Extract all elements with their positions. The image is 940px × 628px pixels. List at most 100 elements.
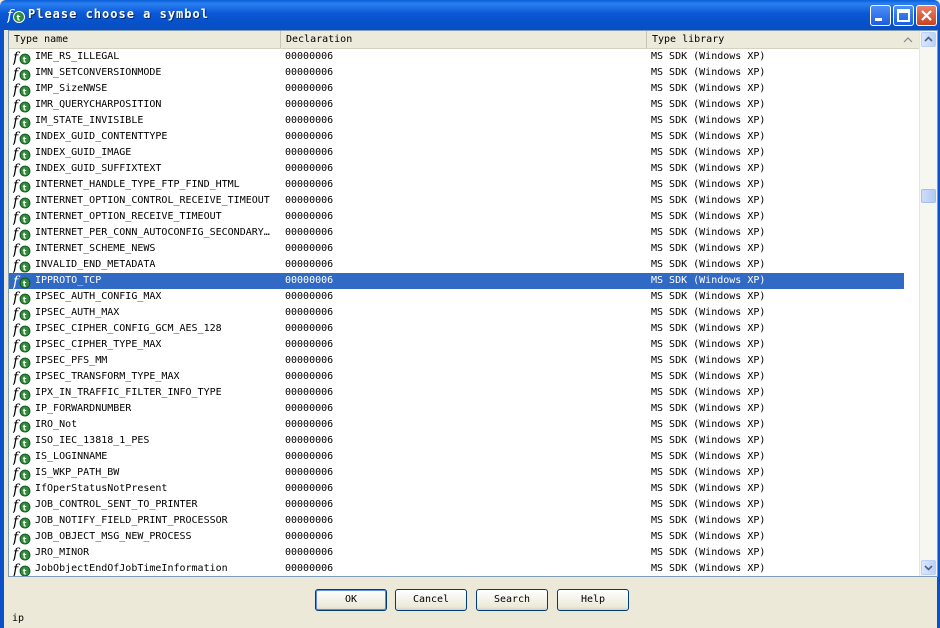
svg-text:f: f bbox=[13, 114, 21, 129]
table-row[interactable]: f t INDEX_GUID_CONTENTTYPE 00000006 MS SDK… bbox=[9, 129, 904, 145]
table-row[interactable]: f t IPSEC_PFS_MM 00000006 MS SDK (Windows … bbox=[9, 353, 904, 369]
column-header-type-library[interactable]: Type library bbox=[647, 31, 921, 48]
table-row[interactable]: f t INVALID_END_METADATA 00000006 MS SDK (… bbox=[9, 257, 904, 273]
ft-symbol-icon: f t bbox=[13, 50, 31, 65]
table-row[interactable]: f t JOB_OBJECT_MSG_NEW_PROCESS 00000006 MS… bbox=[9, 529, 904, 545]
table-row[interactable]: f t IPSEC_CIPHER_TYPE_MAX 00000006 MS SDK … bbox=[9, 337, 904, 353]
svg-text:t: t bbox=[23, 263, 27, 272]
table-row[interactable]: f t INTERNET_SCHEME_NEWS 00000006 MS SDK (… bbox=[9, 241, 904, 257]
svg-text:f: f bbox=[13, 514, 21, 529]
column-header-type-name[interactable]: Type name bbox=[9, 31, 281, 48]
table-row[interactable]: f t INTERNET_OPTION_RECEIVE_TIMEOUT 00000… bbox=[9, 209, 904, 225]
svg-text:t: t bbox=[23, 391, 27, 400]
svg-text:t: t bbox=[23, 119, 27, 128]
title-bar[interactable]: f t Please choose a symbol bbox=[0, 0, 940, 30]
ft-symbol-icon: f t bbox=[13, 162, 31, 177]
ft-symbol-icon: f t bbox=[13, 274, 31, 289]
table-row[interactable]: f t IM_STATE_INVISIBLE 00000006 MS SDK (Wi… bbox=[9, 113, 904, 129]
table-row[interactable]: f t JRO_MINOR 00000006 MS SDK (Windows XP) bbox=[9, 545, 904, 561]
svg-text:f: f bbox=[13, 530, 21, 545]
ft-symbol-icon: f t bbox=[7, 6, 25, 24]
table-row[interactable]: f t IPSEC_CIPHER_CONFIG_GCM_AES_128 00000… bbox=[9, 321, 904, 337]
table-row[interactable]: f t IP_FORWARDNUMBER 00000006 MS SDK (Wind… bbox=[9, 401, 904, 417]
svg-text:t: t bbox=[23, 343, 27, 352]
declaration-cell: 00000006 bbox=[285, 163, 334, 174]
svg-text:f: f bbox=[13, 386, 21, 401]
table-row[interactable]: f t ISO_IEC_13818_1_PES 00000006 MS SDK (W… bbox=[9, 433, 904, 449]
ft-symbol-icon: f t bbox=[13, 546, 31, 561]
type-name-cell: IS_WKP_PATH_BW bbox=[35, 467, 120, 478]
ok-button[interactable]: OK bbox=[315, 589, 387, 611]
table-row[interactable]: f t INDEX_GUID_IMAGE 00000006 MS SDK (Wind… bbox=[9, 145, 904, 161]
table-row[interactable]: f t IPSEC_AUTH_MAX 00000006 MS SDK (Window… bbox=[9, 305, 904, 321]
svg-text:t: t bbox=[23, 503, 27, 512]
table-row[interactable]: f t IPSEC_AUTH_CONFIG_MAX 00000006 MS SDK … bbox=[9, 289, 904, 305]
chevron-up-icon bbox=[924, 36, 933, 42]
ft-symbol-icon: f t bbox=[13, 514, 31, 529]
table-row[interactable]: f t IMR_QUERYCHARPOSITION 00000006 MS SDK … bbox=[9, 97, 904, 113]
filter-text: ip bbox=[12, 613, 25, 624]
type-name-cell: INTERNET_PER_CONN_AUTOCONFIG_SECONDARY… bbox=[35, 227, 270, 238]
table-row[interactable]: f t INTERNET_HANDLE_TYPE_FTP_FIND_HTML 00… bbox=[9, 177, 904, 193]
table-row[interactable]: f t JOB_NOTIFY_FIELD_PRINT_PROCESSOR 0000… bbox=[9, 513, 904, 529]
ft-symbol-icon: f t bbox=[13, 370, 31, 385]
declaration-cell: 00000006 bbox=[285, 467, 334, 478]
ft-symbol-icon: f t bbox=[13, 242, 31, 257]
scroll-down-button[interactable] bbox=[921, 560, 936, 575]
svg-text:t: t bbox=[23, 167, 27, 176]
ft-symbol-icon: f t bbox=[13, 290, 31, 305]
vertical-scrollbar[interactable] bbox=[919, 31, 937, 576]
type-library-cell: MS SDK (Windows XP) bbox=[651, 259, 766, 270]
cancel-button[interactable]: Cancel bbox=[395, 589, 467, 611]
declaration-cell: 00000006 bbox=[285, 83, 334, 94]
type-name-cell: IPSEC_TRANSFORM_TYPE_MAX bbox=[35, 371, 180, 382]
type-library-cell: MS SDK (Windows XP) bbox=[651, 147, 766, 158]
declaration-cell: 00000006 bbox=[285, 259, 334, 270]
type-name-cell: ISO_IEC_13818_1_PES bbox=[35, 435, 150, 446]
svg-text:t: t bbox=[23, 375, 27, 384]
declaration-cell: 00000006 bbox=[285, 67, 334, 78]
maximize-button[interactable] bbox=[893, 5, 914, 26]
table-row[interactable]: f t JOB_CONTROL_SENT_TO_PRINTER 00000006 M… bbox=[9, 497, 904, 513]
scroll-up-button[interactable] bbox=[921, 32, 936, 47]
type-library-cell: MS SDK (Windows XP) bbox=[651, 307, 766, 318]
table-row[interactable]: f t INDEX_GUID_SUFFIXTEXT 00000006 MS SDK … bbox=[9, 161, 904, 177]
table-row[interactable]: f t IfOperStatusNotPresent 00000006 MS SDK… bbox=[9, 481, 904, 497]
table-row[interactable]: f t IRO_Not 00000006 MS SDK (Windows XP) bbox=[9, 417, 904, 433]
ft-symbol-icon: f t bbox=[13, 114, 31, 129]
svg-text:t: t bbox=[23, 535, 27, 544]
table-row[interactable]: f t IS_WKP_PATH_BW 00000006 MS SDK (Window… bbox=[9, 465, 904, 481]
type-library-cell: MS SDK (Windows XP) bbox=[651, 547, 766, 558]
scroll-thumb[interactable] bbox=[921, 189, 936, 203]
table-row[interactable]: f t IPSEC_TRANSFORM_TYPE_MAX 00000006 MS S… bbox=[9, 369, 904, 385]
table-row[interactable]: f t IMP_SizeNWSE 00000006 MS SDK (Windows … bbox=[9, 81, 904, 97]
type-name-cell: JOB_CONTROL_SENT_TO_PRINTER bbox=[35, 499, 198, 510]
svg-text:t: t bbox=[23, 87, 27, 96]
svg-text:t: t bbox=[23, 279, 27, 288]
table-row[interactable]: f t INTERNET_OPTION_CONTROL_RECEIVE_TIME… bbox=[9, 193, 904, 209]
ft-symbol-icon: f t bbox=[13, 194, 31, 209]
symbol-list[interactable]: Type name Declaration Type library f t I… bbox=[8, 30, 938, 577]
table-row[interactable]: f t IME_RS_ILLEGAL 00000006 MS SDK (Window… bbox=[9, 49, 904, 65]
type-library-cell: MS SDK (Windows XP) bbox=[651, 419, 766, 430]
table-row[interactable]: f t IMN_SETCONVERSIONMODE 00000006 MS SDK … bbox=[9, 65, 904, 81]
table-row[interactable]: f t IS_LOGINNAME 00000006 MS SDK (Windows … bbox=[9, 449, 904, 465]
ft-symbol-icon: f t bbox=[13, 466, 31, 481]
table-row[interactable]: f t IPPROTO_TCP 00000006 MS SDK (Windows X… bbox=[9, 273, 904, 289]
close-button[interactable] bbox=[916, 5, 937, 26]
svg-text:t: t bbox=[23, 215, 27, 224]
table-row[interactable]: f t JobObjectEndOfJobTimeInformation 0000… bbox=[9, 561, 904, 576]
svg-text:f: f bbox=[13, 130, 21, 145]
ft-symbol-icon: f t bbox=[13, 434, 31, 449]
table-row[interactable]: f t IPX_IN_TRAFFIC_FILTER_INFO_TYPE 00000… bbox=[9, 385, 904, 401]
search-button[interactable]: Search bbox=[476, 589, 548, 611]
type-name-cell: INDEX_GUID_IMAGE bbox=[35, 147, 132, 158]
type-library-cell: MS SDK (Windows XP) bbox=[651, 435, 766, 446]
type-library-cell: MS SDK (Windows XP) bbox=[651, 483, 766, 494]
table-row[interactable]: f t INTERNET_PER_CONN_AUTOCONFIG_SECONDA… bbox=[9, 225, 904, 241]
minimize-button[interactable] bbox=[870, 5, 891, 26]
column-header-declaration[interactable]: Declaration bbox=[281, 31, 647, 48]
declaration-cell: 00000006 bbox=[285, 371, 334, 382]
svg-text:t: t bbox=[23, 311, 27, 320]
help-button[interactable]: Help bbox=[557, 589, 629, 611]
